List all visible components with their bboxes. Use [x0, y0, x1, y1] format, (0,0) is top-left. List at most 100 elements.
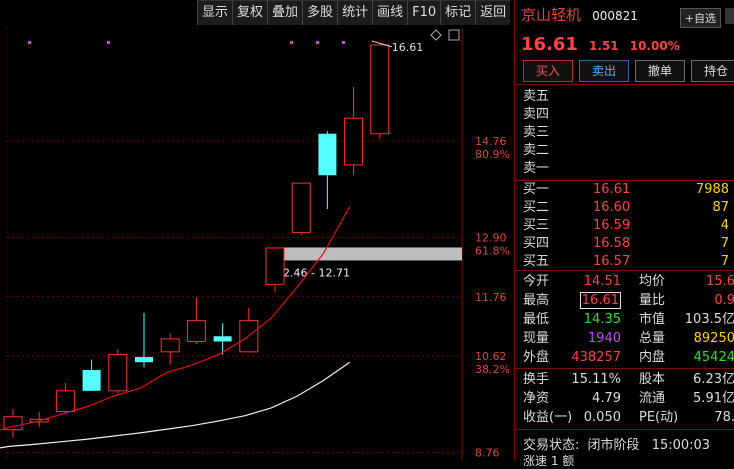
stat-value: 89250	[693, 331, 734, 346]
high-label: 16.61	[392, 41, 424, 54]
ask-row[interactable]: 卖五	[523, 88, 729, 106]
current-price: 16.61	[521, 34, 578, 55]
panel-scroll-handle[interactable]	[725, 8, 734, 24]
marker-dot	[107, 41, 110, 44]
bid-price: 16.59	[593, 218, 631, 233]
bid-price: 16.61	[593, 182, 631, 197]
trade-status-state: 闭市阶段	[587, 438, 640, 453]
stat-label: 换手	[523, 372, 550, 387]
stat-label: 均价	[639, 274, 666, 289]
positions-button[interactable]: 持仓	[691, 60, 734, 82]
kline-svg[interactable]: 14.7680.9% 12.9061.8% 11.76 10.6238.2% 8.76 1…	[0, 28, 514, 460]
stat-row: 最低 14.35 市值 103.5亿	[523, 310, 734, 329]
bid-label: 买五	[523, 254, 550, 269]
marker-dot	[342, 41, 345, 44]
stat-row: 现量 1940 总量 89250	[523, 329, 734, 348]
bid-price: 16.60	[593, 200, 631, 215]
stock-code: 000821	[592, 9, 638, 23]
stat-label: 市值	[639, 312, 666, 327]
quote-panel: 京山轻机 000821 +自选 16.61 1.51 10.00% 买入 卖出 …	[514, 0, 734, 468]
toolbar-stats-button[interactable]: 统计	[337, 0, 373, 25]
stat-label: 今开	[523, 274, 550, 289]
stat-value: 45424	[693, 350, 734, 365]
stock-header: 京山轻机 000821	[521, 4, 638, 25]
band-label: 12.46 - 12.71	[276, 266, 350, 279]
buy-button[interactable]: 买入	[523, 60, 573, 82]
marker-dot	[316, 41, 319, 44]
ask-label: 卖三	[523, 125, 550, 140]
price-tick-label: 10.62	[475, 350, 507, 363]
add-watchlist-button[interactable]: +自选	[679, 8, 721, 28]
marker-dot	[28, 41, 31, 44]
price-row: 16.61 1.51 10.00%	[521, 34, 680, 55]
sell-button[interactable]: 卖出	[579, 60, 629, 82]
price-tick-label: 12.90	[475, 232, 507, 245]
stat-value: 16.61	[579, 292, 621, 309]
stat-value: 438257	[571, 350, 621, 365]
trade-status-time: 15:00:03	[651, 438, 711, 453]
toolbar-display-button[interactable]: 显示	[197, 0, 233, 25]
bid-row[interactable]: 买一 16.61 7988	[523, 181, 729, 199]
ask-row[interactable]: 卖二	[523, 142, 729, 160]
divider	[515, 368, 734, 369]
fib-pct-label: 38.2%	[475, 363, 510, 376]
bid-row[interactable]: 买三 16.59 4	[523, 217, 729, 235]
bid-volume: 7	[720, 236, 729, 251]
diamond-icon	[430, 29, 442, 41]
toolbar-adjust-button[interactable]: 复权	[232, 0, 268, 25]
bid-row[interactable]: 买五 16.57 7	[523, 253, 729, 271]
kline-chart[interactable]: 14.76 80.9% 12.90 61.8% 11.76 10.62 38.2% 8.76 1…	[0, 28, 514, 460]
ask-row[interactable]: 卖三	[523, 124, 729, 142]
bid-volume: 7988	[695, 182, 729, 197]
stat-label: 净资	[523, 391, 550, 406]
stat-value: 0.9	[714, 293, 734, 308]
bid-volume: 4	[720, 218, 729, 233]
bid-row[interactable]: 买四 16.58 7	[523, 235, 729, 253]
speed-row: 涨速 1 额	[523, 454, 575, 468]
ask-label: 卖四	[523, 107, 550, 122]
toolbar-f10-button[interactable]: F10	[407, 0, 441, 25]
stat-value: 5.91亿	[693, 391, 734, 406]
candle-body	[186, 320, 206, 342]
toolbar-multi-button[interactable]: 多股	[302, 0, 338, 25]
candle-body	[55, 390, 75, 413]
candle-body	[213, 336, 232, 342]
stat-label: 股本	[639, 372, 666, 387]
stat-value: 15.11%	[571, 372, 621, 387]
candle-body	[370, 44, 390, 135]
divider	[515, 270, 734, 271]
candle-body	[265, 247, 285, 285]
candle-body	[135, 357, 153, 363]
ask-row[interactable]: 卖四	[523, 106, 729, 124]
bid-price: 16.58	[593, 236, 631, 251]
toolbar-draw-button[interactable]: 画线	[372, 0, 408, 25]
toolbar-mark-button[interactable]: 标记	[440, 0, 476, 25]
cancel-order-button[interactable]: 撤单	[635, 60, 685, 82]
fib-pct-label: 80.9%	[475, 148, 510, 161]
stat-value: 78.	[714, 410, 734, 425]
price-change: 1.51	[589, 39, 619, 53]
stat-row: 收益(一) 0.050 PE(动) 78.	[523, 408, 734, 427]
trade-buttons: 买入 卖出 撤单 持仓	[523, 60, 734, 82]
stat-row: 外盘 438257 内盘 45424	[523, 348, 734, 367]
bid-row[interactable]: 买二 16.60 87	[523, 199, 729, 217]
trade-status-label: 交易状态:	[523, 438, 580, 453]
stat-label: 收益(一)	[523, 410, 573, 425]
candle-body	[344, 117, 364, 166]
stat-value: 4.79	[592, 391, 621, 406]
ask-row[interactable]: 卖一	[523, 160, 729, 178]
toolbar: 显示 复权 叠加 多股 统计 画线 F10 标记 返回	[197, 0, 511, 26]
ma-long-line	[0, 361, 351, 449]
toolbar-back-button[interactable]: 返回	[475, 0, 511, 25]
stat-row: 最高 16.61 量比 0.9	[523, 291, 734, 310]
stat-label: 外盘	[523, 350, 550, 365]
stock-name: 京山轻机	[521, 6, 582, 24]
fib-pct-label: 61.8%	[475, 245, 510, 258]
stat-value: 14.35	[583, 312, 621, 327]
toolbar-overlay-button[interactable]: 叠加	[267, 0, 303, 25]
price-band	[273, 247, 462, 261]
bid-volume: 7	[720, 254, 729, 269]
stat-value: 6.23亿	[693, 372, 734, 387]
ask-label: 卖二	[523, 143, 550, 158]
candle-body	[160, 338, 180, 353]
